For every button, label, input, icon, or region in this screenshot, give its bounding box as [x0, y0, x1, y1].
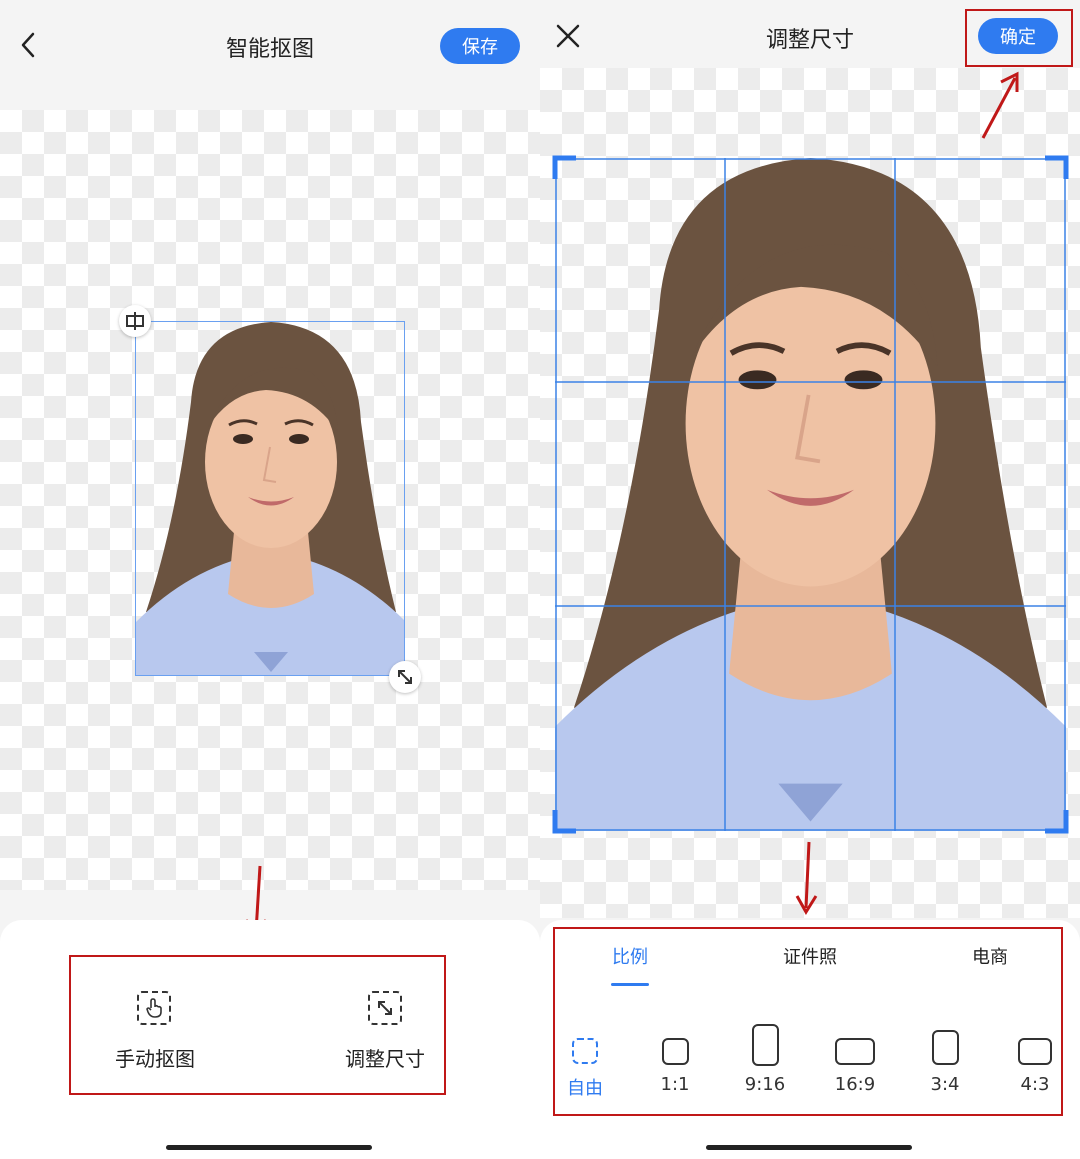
ratio-label: 1:1	[660, 1074, 690, 1095]
portrait-ratio-icon	[752, 1024, 779, 1066]
annotation-arrow-up	[981, 71, 1019, 139]
ratio-label: 3:4	[930, 1074, 960, 1095]
home-indicator	[706, 1145, 912, 1150]
free-ratio-icon	[572, 1038, 598, 1064]
annotation-arrow-down	[795, 841, 818, 915]
crop-corner-handles[interactable]	[552, 155, 1069, 834]
ratio-option-1-1[interactable]: 1:1	[650, 1020, 700, 1100]
split-compare-icon	[126, 312, 144, 330]
resize-tool[interactable]: 调整尺寸	[325, 985, 445, 1075]
close-button[interactable]	[554, 22, 582, 50]
ratio-label: 16:9	[834, 1074, 876, 1095]
portrait-image	[136, 322, 404, 675]
ratio-option-9-16[interactable]: 9:16	[740, 1020, 790, 1100]
ratio-option-3-4[interactable]: 3:4	[920, 1020, 970, 1100]
home-indicator	[166, 1145, 372, 1150]
ratio-label: 4:3	[1020, 1074, 1050, 1095]
cutout-photo[interactable]	[135, 321, 405, 676]
resize-label: 调整尺寸	[345, 1047, 425, 1071]
manual-cutout-tool[interactable]: 手动抠图	[95, 985, 215, 1075]
manual-cutout-label: 手动抠图	[115, 1047, 195, 1071]
ratio-label: 9:16	[744, 1074, 786, 1095]
right-screen: 调整尺寸 确定 比例 证件照 电商 自由 1:1 9:16 16:9 3:4 4…	[540, 0, 1080, 1159]
active-tab-indicator	[611, 983, 649, 986]
ratio-label: 自由	[567, 1078, 603, 1099]
hand-select-icon	[137, 991, 171, 1025]
left-screen: 智能抠图 保存 手动抠图 调整尺寸	[0, 0, 540, 1159]
annotation-highlight-box	[965, 9, 1073, 67]
wide-ratio-icon	[1018, 1038, 1052, 1065]
tall-ratio-icon	[932, 1030, 959, 1065]
back-button[interactable]	[14, 30, 44, 60]
chevron-left-icon	[21, 32, 35, 58]
split-handle[interactable]	[119, 305, 151, 337]
tab-ecommerce[interactable]: 电商	[950, 943, 1030, 969]
landscape-ratio-icon	[835, 1038, 875, 1065]
diagonal-resize-icon	[398, 670, 412, 684]
ratio-option-16-9[interactable]: 16:9	[830, 1020, 880, 1100]
tab-id-photo[interactable]: 证件照	[760, 943, 860, 969]
tab-ratio[interactable]: 比例	[590, 943, 670, 969]
square-ratio-icon	[662, 1038, 689, 1065]
resize-icon	[368, 991, 402, 1025]
page-title: 调整尺寸	[765, 28, 854, 53]
close-icon	[556, 24, 580, 48]
page-title: 智能抠图	[225, 37, 314, 62]
scale-handle[interactable]	[389, 661, 421, 693]
ratio-option-4-3[interactable]: 4:3	[1010, 1020, 1060, 1100]
ratio-option-free[interactable]: 自由	[560, 1020, 610, 1100]
save-button[interactable]: 保存	[440, 28, 520, 64]
